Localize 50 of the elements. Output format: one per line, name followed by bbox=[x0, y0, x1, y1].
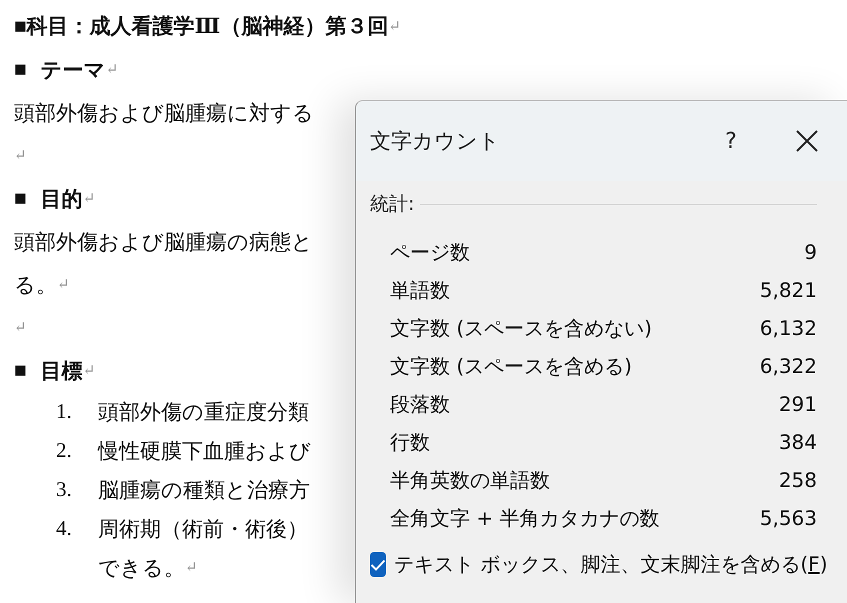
stat-label: ページ数 bbox=[390, 238, 470, 266]
checkbox[interactable] bbox=[370, 552, 386, 577]
paragraph-mark: ↵ bbox=[106, 61, 118, 79]
body-text: る。 bbox=[14, 272, 57, 298]
list-item-text: 頭部外傷の重症度分類 bbox=[98, 398, 309, 426]
section-label: 統計: bbox=[370, 192, 414, 217]
section-heading: 目標 bbox=[40, 358, 83, 384]
paragraph-mark: ↵ bbox=[82, 362, 96, 380]
stat-value: 5,821 bbox=[760, 278, 817, 302]
stat-value: 291 bbox=[778, 392, 817, 416]
list-item-text: 周術期（術前・術後） bbox=[98, 516, 308, 542]
stat-label: 段落数 bbox=[390, 390, 450, 418]
stat-label: 文字数 (スペースを含めない) bbox=[390, 314, 652, 342]
section-heading: 目的 bbox=[40, 186, 83, 212]
checkmark-icon bbox=[370, 558, 386, 570]
stat-label: 全角文字 + 半角カタカナの数 bbox=[390, 504, 660, 532]
dialog-title: 文字カウント bbox=[370, 128, 501, 155]
heading-bullet: ■ bbox=[14, 57, 27, 82]
list-number: 1. bbox=[56, 399, 73, 424]
stat-value: 6,132 bbox=[760, 316, 817, 340]
stat-label: 単語数 bbox=[390, 276, 450, 304]
paragraph-mark: ↵ bbox=[82, 190, 96, 208]
section-heading: テーマ bbox=[40, 56, 106, 84]
body-text: 頭部外傷および脳腫瘍に対する bbox=[14, 100, 314, 126]
paragraph-mark: ↵ bbox=[388, 18, 401, 36]
stat-label: 文字数 (スペースを含める) bbox=[390, 352, 632, 380]
paragraph-mark: ↵ bbox=[57, 276, 70, 294]
stat-value: 384 bbox=[778, 430, 817, 454]
heading-bullet: ■ bbox=[14, 358, 27, 383]
paragraph-mark: ↵ bbox=[185, 559, 198, 577]
document-title: ■科目：成人看護学Ⅲ（脳神経）第３回 bbox=[14, 13, 388, 40]
list-item-text: 脳腫瘍の種類と治療方 bbox=[98, 476, 310, 504]
stat-value: 5,563 bbox=[760, 506, 817, 530]
stat-value: 6,322 bbox=[760, 354, 817, 378]
stat-label: 半角英数の単語数 bbox=[390, 466, 550, 494]
stat-value: 9 bbox=[804, 240, 817, 264]
close-icon bbox=[796, 130, 818, 152]
list-number: 4. bbox=[56, 516, 73, 541]
help-button[interactable]: ? bbox=[711, 128, 751, 154]
list-item-text: 慢性硬膜下血腫および bbox=[98, 438, 311, 464]
list-number: 2. bbox=[56, 438, 73, 463]
list-number: 3. bbox=[56, 477, 73, 502]
stat-value: 258 bbox=[778, 468, 817, 492]
paragraph-mark: ↵ bbox=[14, 147, 27, 165]
list-item-text: できる。 bbox=[98, 554, 185, 582]
body-text: 頭部外傷および脳腫瘍の病態と bbox=[14, 228, 313, 256]
checkbox-label: テキスト ボックス、脚注、文末脚注を含める(F) bbox=[394, 551, 828, 578]
paragraph-mark: ↵ bbox=[14, 319, 27, 337]
stat-label: 行数 bbox=[390, 428, 430, 456]
heading-bullet: ■ bbox=[14, 186, 27, 211]
